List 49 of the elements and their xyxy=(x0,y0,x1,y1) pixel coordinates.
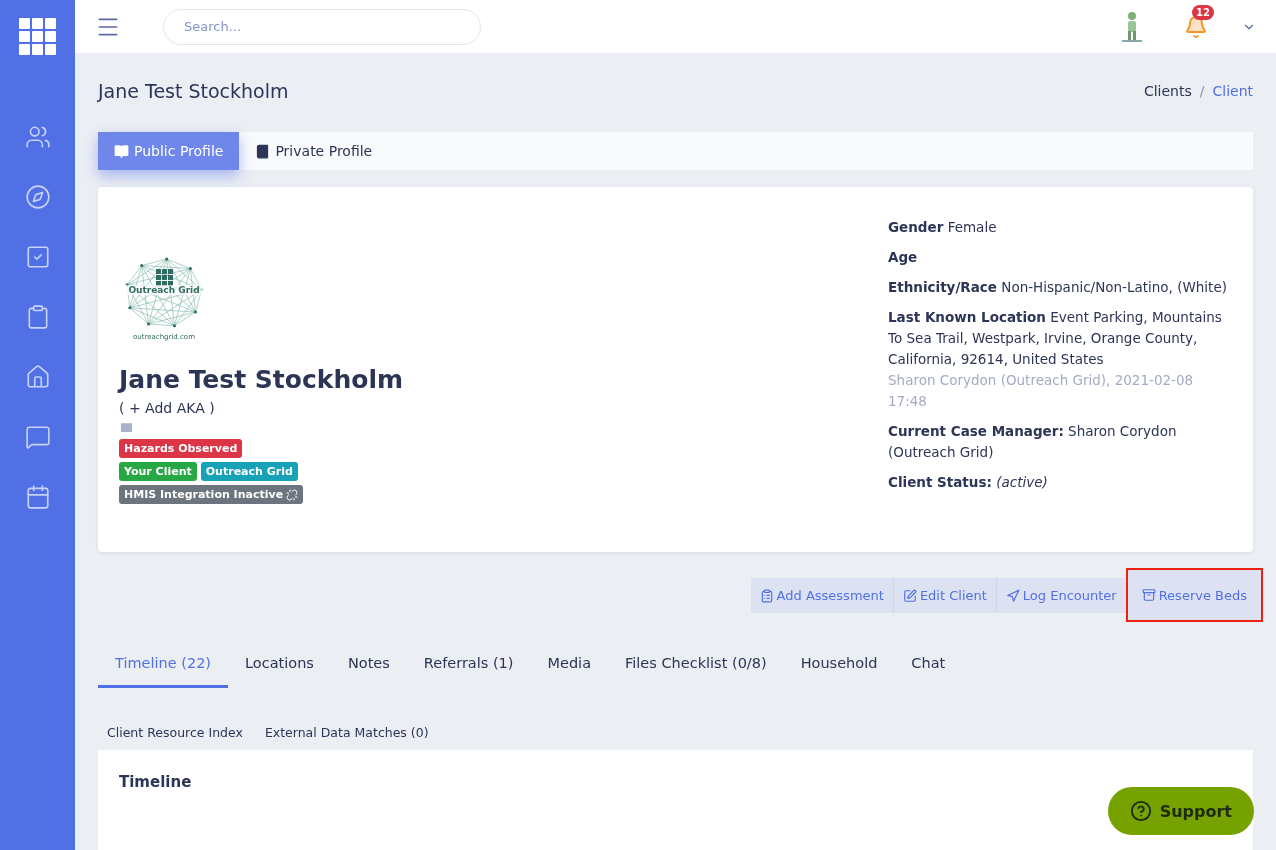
tag-badge: Hazards Observed xyxy=(119,439,243,458)
section-tab[interactable]: Notes xyxy=(330,646,407,688)
detail-text: Gender Female xyxy=(888,218,998,237)
arrow-icon xyxy=(1005,588,1020,603)
sub-link[interactable]: External Data Matches (0) xyxy=(264,725,429,740)
notification-count: 12 xyxy=(1192,4,1214,20)
sub-link[interactable]: Client Resource Index xyxy=(107,725,243,740)
tag-badge: Outreach Grid xyxy=(200,462,298,481)
section-tab[interactable]: Household xyxy=(783,646,895,688)
detail-text: Ethnicity/Race Non-Hispanic/Non-Latino, (White) xyxy=(888,278,1228,297)
detail-text: Current Case Manager: Sharon Corydon (Outreach Grid) xyxy=(888,422,1178,462)
page-title: Jane Test Stockholm xyxy=(98,80,289,102)
section-tab[interactable]: Referrals (1) xyxy=(406,646,531,688)
detail-text: Last Known Location Event Parking, Mountains To Sea Trail, Westpark, Irvine, Orange County, California, 92614, United States xyxy=(888,308,1223,369)
checkbox-icon[interactable] xyxy=(24,244,51,270)
calendar-icon[interactable] xyxy=(24,484,51,510)
breadcrumb-link[interactable]: Client xyxy=(1212,83,1253,99)
archive-icon xyxy=(1141,588,1156,602)
section-tab[interactable]: Locations xyxy=(228,646,331,688)
profile-tab[interactable]: Private Profile xyxy=(239,132,389,170)
timeline-title: Timeline xyxy=(119,773,192,791)
avatar-icon[interactable] xyxy=(1120,10,1144,43)
help-icon xyxy=(1129,800,1152,822)
search-field[interactable]: Search... xyxy=(163,8,481,45)
bell-icon[interactable] xyxy=(1184,14,1208,39)
tag-badge: Your Client xyxy=(119,462,197,481)
clipboard-icon xyxy=(759,588,774,603)
support-button[interactable]: Support xyxy=(1107,787,1254,835)
breadcrumb-link[interactable]: Clients xyxy=(1143,83,1192,99)
section-tab[interactable]: Timeline (22) xyxy=(98,646,229,688)
compass-icon[interactable] xyxy=(24,184,51,210)
detail-text: Age xyxy=(888,248,919,267)
users-icon[interactable] xyxy=(24,124,51,150)
section-tab[interactable]: Chat xyxy=(894,646,963,688)
home-icon[interactable] xyxy=(24,364,51,390)
tag-badge: HMIS Integration Inactive xyxy=(119,485,304,504)
add-aka-link[interactable]: ( + Add AKA ) xyxy=(119,400,404,416)
breadcrumb-separator: / xyxy=(1199,83,1205,99)
apps-grid-icon[interactable] xyxy=(18,18,57,56)
detail-text: Client Status: (active) xyxy=(888,473,1049,492)
unlink-icon xyxy=(286,488,299,501)
chat-icon[interactable] xyxy=(24,424,51,450)
section-tab[interactable]: Media xyxy=(530,646,609,688)
section-tab[interactable]: Files Checklist (0/8) xyxy=(608,646,784,688)
location-note: Sharon Corydon (Outreach Grid), 2021-02-08 17:48 xyxy=(888,371,1195,411)
book-icon xyxy=(255,143,271,159)
open-book-icon xyxy=(114,143,129,159)
edit-icon xyxy=(902,588,917,603)
client-name: Jane Test Stockholm xyxy=(119,365,404,394)
